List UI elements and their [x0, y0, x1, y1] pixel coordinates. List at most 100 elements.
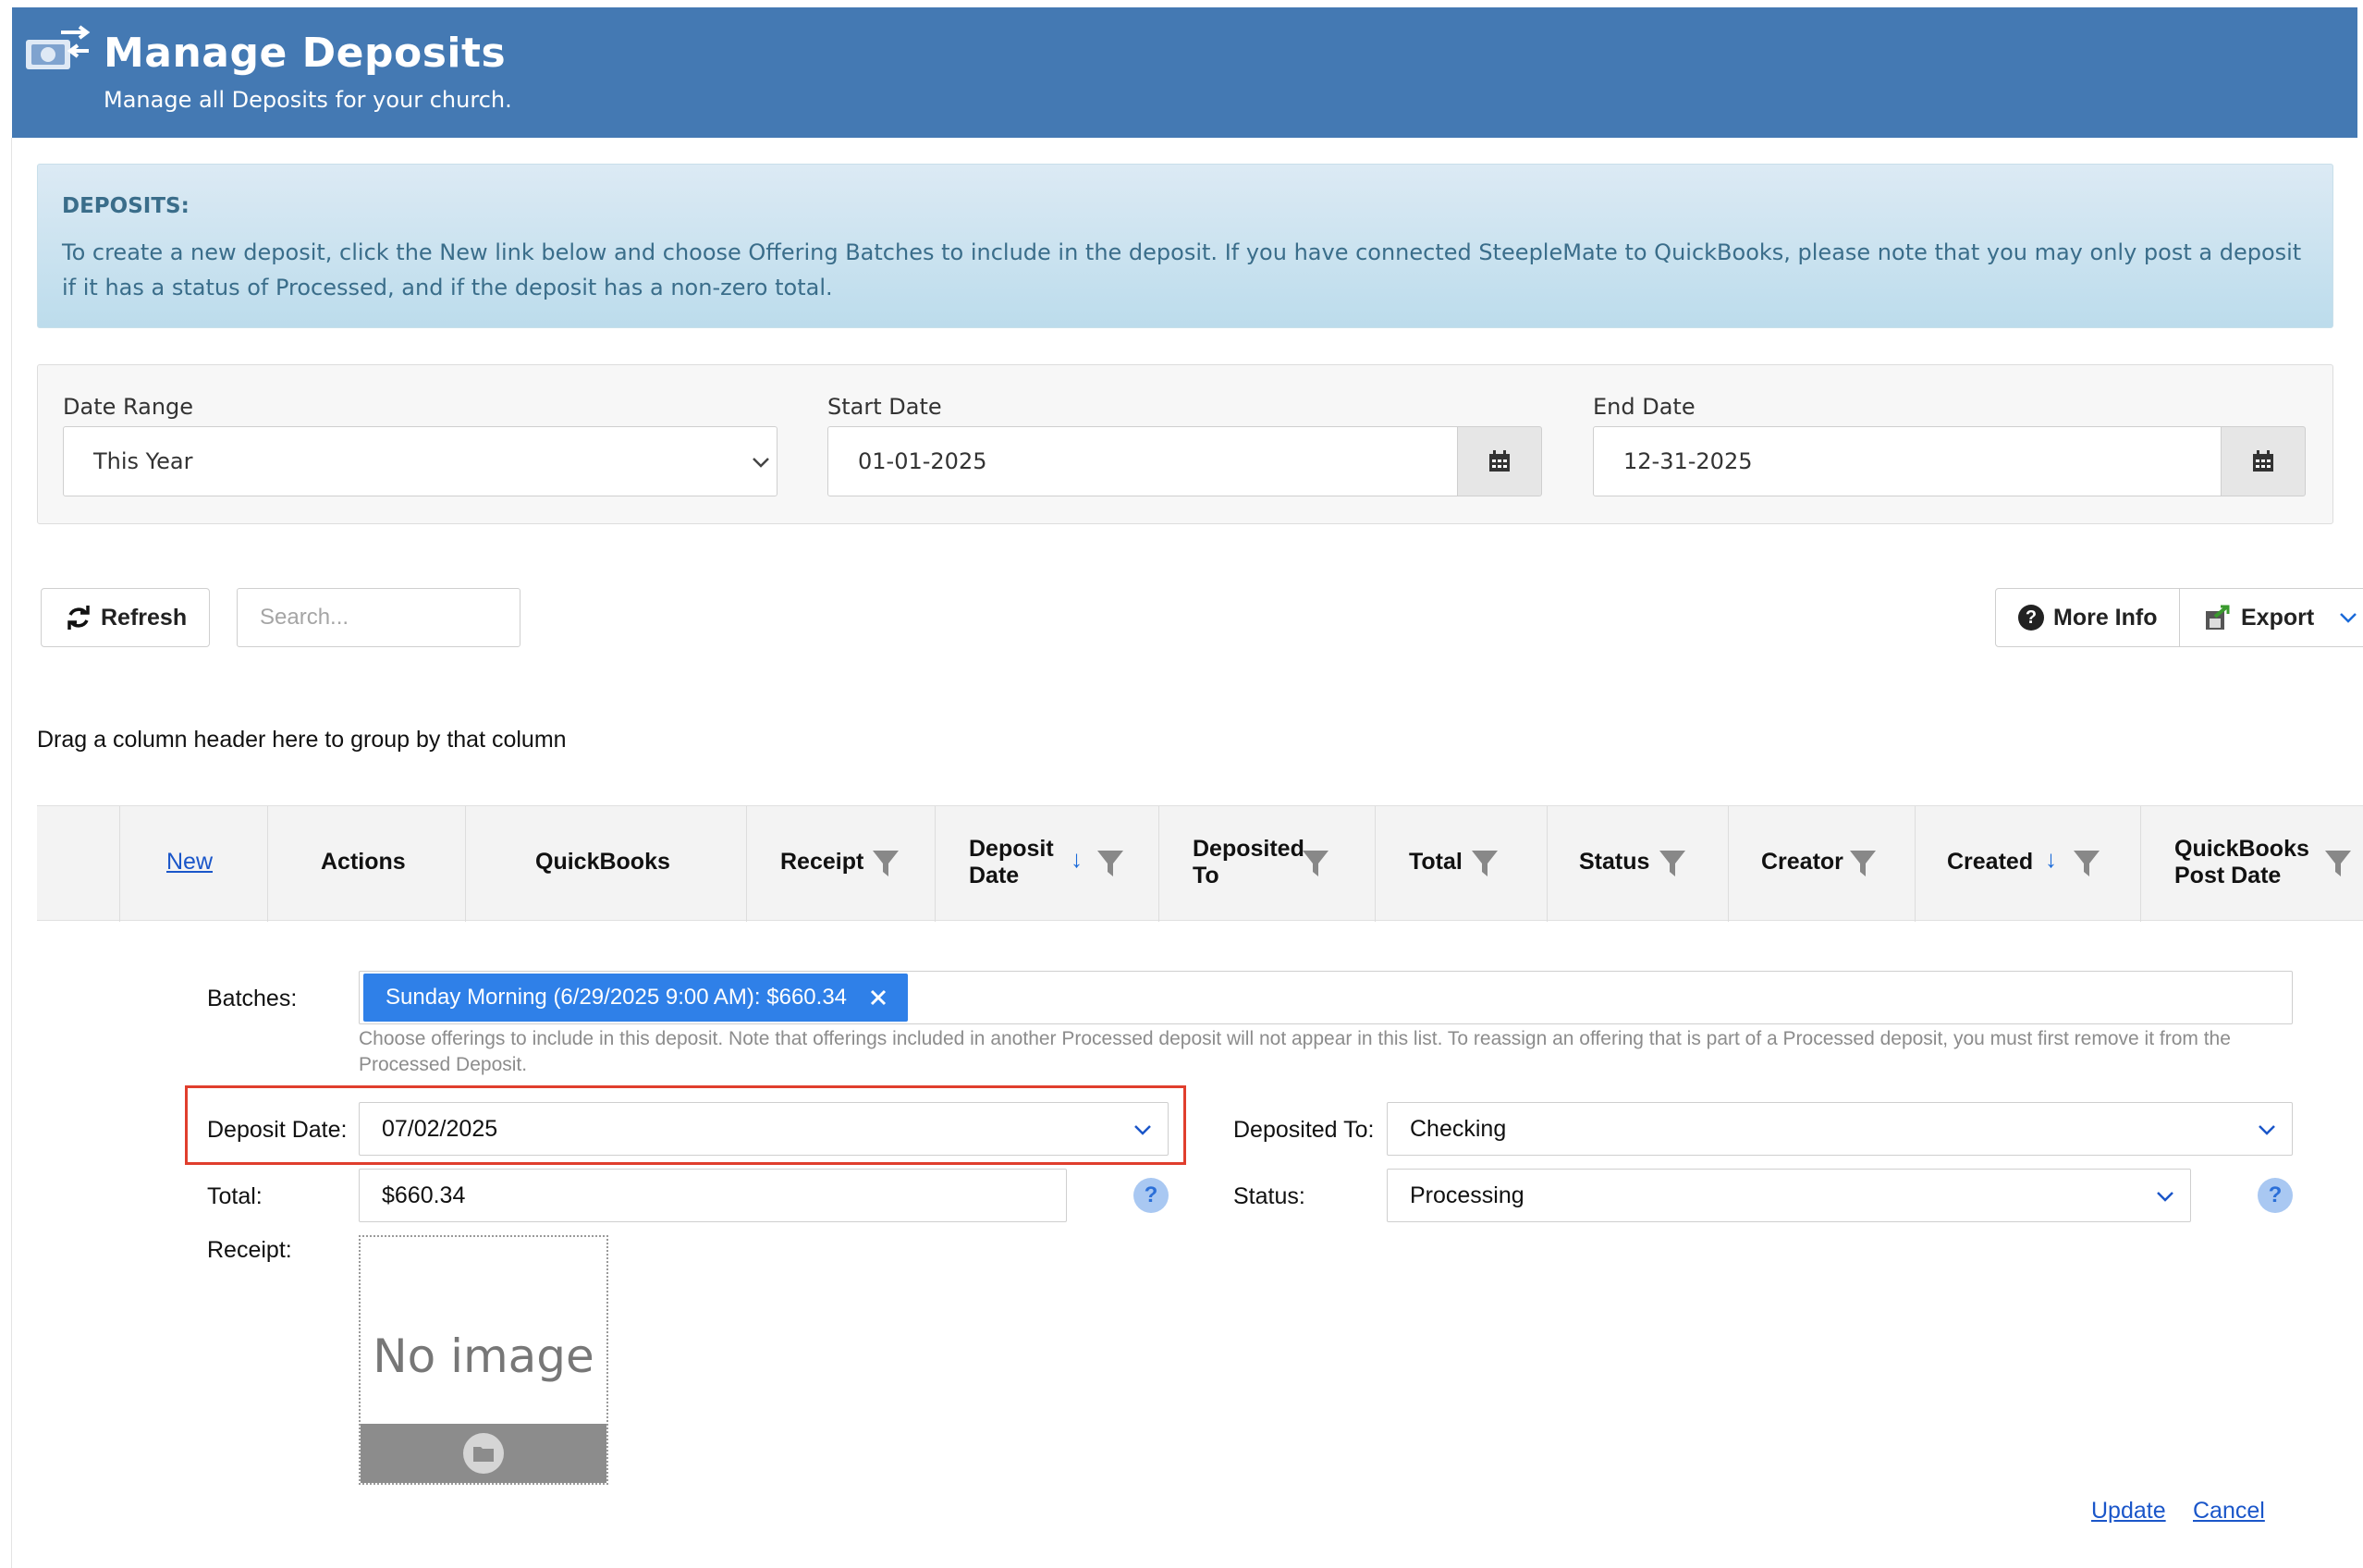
column-label: Creator [1761, 849, 1843, 875]
remove-tag-icon[interactable] [869, 988, 888, 1007]
column-actions[interactable]: Actions [268, 806, 466, 922]
status-select[interactable]: Processing [1387, 1169, 2191, 1222]
column-quickbooks[interactable]: QuickBooks [466, 806, 747, 922]
start-date-input[interactable]: 01-01-2025 [827, 426, 1458, 496]
filter-icon[interactable] [1659, 850, 1686, 877]
start-date-value: 01-01-2025 [858, 448, 987, 474]
update-link[interactable]: Update [2091, 1498, 2166, 1525]
new-link[interactable]: New [166, 849, 213, 876]
info-notice: DEPOSITS: To create a new deposit, click… [37, 164, 2333, 328]
grid-header: New Actions QuickBooks Receipt Deposit D… [37, 805, 2363, 922]
batches-help-text: Choose offerings to include in this depo… [359, 1028, 2231, 1075]
help-icon[interactable]: ? [2258, 1178, 2293, 1213]
question-circle-icon: ? [2018, 605, 2044, 631]
column-label: Actions [321, 849, 406, 875]
chevron-down-icon [2340, 613, 2357, 623]
export-button[interactable]: Export [2179, 588, 2363, 647]
notice-text: To create a new deposit, click the New l… [62, 239, 2302, 300]
column-label: Receipt [780, 849, 864, 875]
start-date-calendar-button[interactable] [1457, 426, 1542, 496]
receipt-label: Receipt: [207, 1237, 292, 1263]
calendar-icon [2253, 450, 2273, 472]
filter-icon[interactable] [1849, 850, 1877, 877]
export-icon [2206, 605, 2230, 630]
column-quickbooks-post-date[interactable]: QuickBooks Post Date [2141, 806, 2363, 922]
refresh-icon [67, 606, 90, 630]
column-creator[interactable]: Creator [1729, 806, 1916, 922]
total-input[interactable]: $660.34 [359, 1169, 1067, 1222]
batches-multiselect[interactable]: Sunday Morning (6/29/2025 9:00 AM): $660… [359, 971, 2293, 1024]
filter-icon[interactable] [872, 850, 900, 877]
column-label: Post Date [2174, 863, 2282, 888]
receipt-upload-bar[interactable] [361, 1424, 606, 1483]
chevron-down-icon [753, 458, 769, 468]
column-deposit-date[interactable]: Deposit Date ↓ [936, 806, 1159, 922]
sort-descending-icon: ↓ [2045, 845, 2057, 873]
column-deposited-to[interactable]: Deposited To [1159, 806, 1376, 922]
deposit-date-label: Deposit Date: [207, 1117, 348, 1143]
deposit-money-icon [24, 23, 94, 77]
column-label: To [1193, 863, 1219, 888]
date-range-select[interactable]: This Year [63, 426, 777, 496]
export-label: Export [2241, 604, 2315, 631]
column-label: Date [969, 863, 1020, 888]
end-date-value: 12-31-2025 [1623, 448, 1753, 474]
start-date-label: Start Date [827, 394, 942, 420]
deposited-to-select[interactable]: Checking [1387, 1102, 2293, 1156]
calendar-icon [1489, 450, 1510, 472]
refresh-button[interactable]: Refresh [41, 588, 210, 647]
column-label: Status [1579, 849, 1650, 875]
chevron-down-icon [2157, 1192, 2173, 1202]
column-new: New [120, 806, 268, 922]
column-created[interactable]: Created ↓ [1916, 806, 2141, 922]
deposit-date-picker[interactable]: 07/02/2025 [359, 1102, 1169, 1156]
filter-icon[interactable] [2073, 850, 2100, 877]
refresh-label: Refresh [101, 604, 188, 631]
page-subtitle: Manage all Deposits for your church. [104, 87, 512, 113]
receipt-upload[interactable]: No image [359, 1235, 608, 1485]
column-total[interactable]: Total [1376, 806, 1548, 922]
filter-icon[interactable] [2324, 850, 2352, 877]
filter-icon[interactable] [1471, 850, 1499, 877]
column-label: Deposit [969, 836, 1054, 862]
end-date-calendar-button[interactable] [2221, 426, 2306, 496]
column-label: Created [1947, 849, 2034, 875]
page-title: Manage Deposits [104, 30, 507, 77]
column-label: Total [1409, 849, 1463, 875]
total-label: Total: [207, 1183, 263, 1209]
folder-icon [463, 1433, 504, 1474]
deposited-to-label: Deposited To: [1233, 1117, 1375, 1143]
search-input[interactable] [237, 588, 520, 647]
chevron-down-icon [2259, 1125, 2275, 1135]
total-value: $660.34 [382, 1182, 466, 1208]
date-range-label: Date Range [63, 394, 194, 420]
left-border [11, 138, 12, 1568]
cancel-link[interactable]: Cancel [2193, 1498, 2265, 1525]
batch-tag: Sunday Morning (6/29/2025 9:00 AM): $660… [363, 974, 909, 1022]
column-label: Deposited [1193, 836, 1304, 862]
sort-descending-icon: ↓ [1071, 845, 1083, 873]
column-select [37, 806, 120, 922]
status-label: Status: [1233, 1183, 1305, 1209]
column-status[interactable]: Status [1548, 806, 1729, 922]
chevron-down-icon [1134, 1125, 1151, 1135]
end-date-input[interactable]: 12-31-2025 [1593, 426, 2222, 496]
more-info-button[interactable]: ? More Info [1995, 588, 2180, 647]
deposited-to-value: Checking [1410, 1115, 1507, 1142]
column-label: QuickBooks [2174, 836, 2309, 862]
end-date-label: End Date [1593, 394, 1696, 420]
column-label: QuickBooks [535, 849, 670, 875]
status-value: Processing [1410, 1182, 1524, 1208]
help-icon[interactable]: ? [1133, 1178, 1169, 1213]
filter-icon[interactable] [1096, 850, 1124, 877]
batch-tag-label: Sunday Morning (6/29/2025 9:00 AM): $660… [386, 985, 848, 1010]
no-image-placeholder: No image [373, 1329, 594, 1383]
filter-icon[interactable] [1302, 850, 1329, 877]
deposit-date-value: 07/02/2025 [382, 1115, 498, 1142]
batches-label: Batches: [207, 986, 298, 1011]
group-by-hint: Drag a column header here to group by th… [37, 727, 567, 753]
notice-title: DEPOSITS: [62, 194, 190, 218]
date-range-value: This Year [93, 448, 193, 474]
column-receipt[interactable]: Receipt [747, 806, 936, 922]
more-info-label: More Info [2053, 604, 2158, 631]
